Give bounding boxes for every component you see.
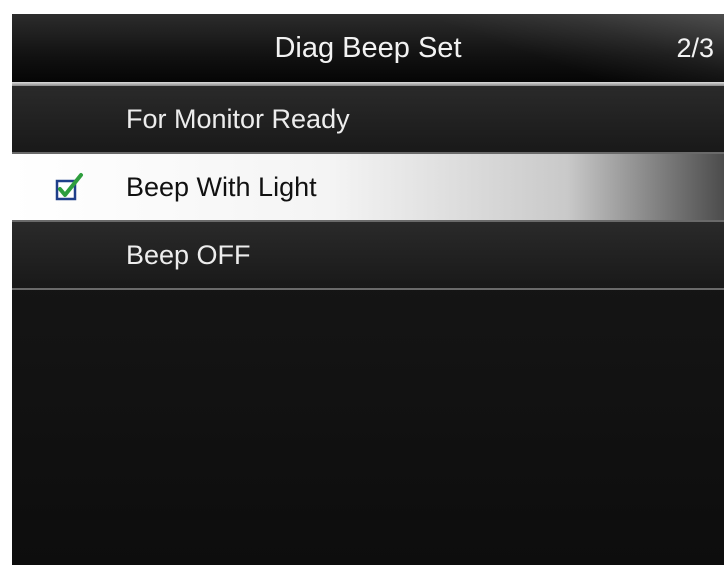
page-title: Diag Beep Set (274, 32, 462, 64)
menu-item-beep-off[interactable]: Beep OFF (12, 222, 724, 290)
menu-item-for-monitor-ready[interactable]: For Monitor Ready (12, 86, 724, 154)
beep-options-menu: For Monitor Ready Beep With Light Beep O… (12, 86, 724, 290)
menu-item-label: For Monitor Ready (126, 104, 350, 134)
menu-item-label: Beep With Light (126, 172, 317, 202)
diag-beep-set-screen: Diag Beep Set 2/3 For Monitor Ready Beep… (12, 14, 724, 565)
menu-item-label: Beep OFF (126, 240, 251, 270)
menu-item-beep-with-light[interactable]: Beep With Light (12, 154, 724, 222)
header-bar: Diag Beep Set 2/3 (12, 14, 724, 82)
checkbox-checked-icon (55, 173, 83, 201)
page-counter: 2/3 (676, 33, 714, 63)
